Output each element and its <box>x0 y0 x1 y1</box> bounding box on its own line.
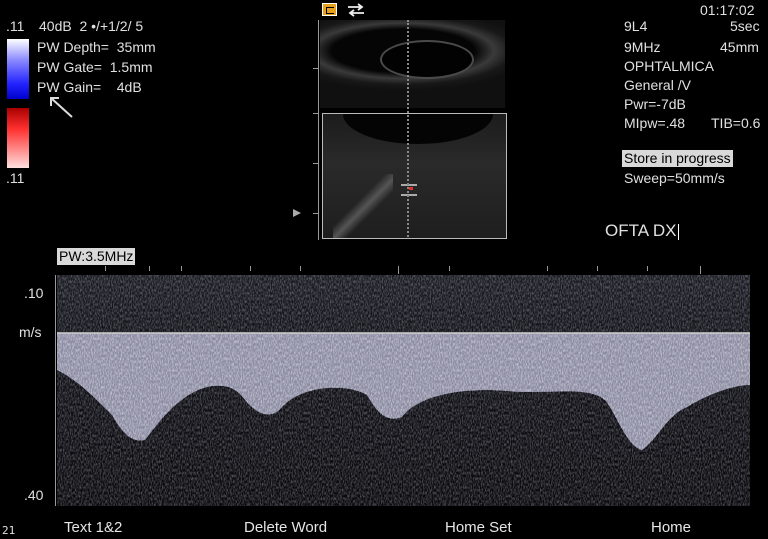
doppler-cursor-line[interactable] <box>407 20 409 237</box>
color-velocity-bar-positive <box>7 39 29 99</box>
application-name: OPHTALMICA <box>624 58 714 74</box>
annotation-text-value: OFTA DX <box>605 221 677 240</box>
swap-arrows-icon <box>348 3 364 17</box>
color-velocity-bar-negative <box>7 108 29 168</box>
image-depth: 45mm <box>720 39 759 55</box>
softkey-text-1-2[interactable]: Text 1&2 <box>64 519 122 536</box>
sweep-speed: Sweep=50mm/s <box>624 170 725 186</box>
bmode-reference-image[interactable] <box>320 20 505 108</box>
velocity-axis <box>55 275 56 506</box>
color-scale-bottom-value: .11 <box>6 170 25 186</box>
color-scale-top-value: .11 <box>6 18 25 34</box>
annotation-text[interactable]: OFTA DX <box>605 221 680 240</box>
doppler-gate-marker[interactable] <box>401 184 417 196</box>
clock-readout: 01:17:02 <box>700 2 755 18</box>
focus-marker-icon[interactable] <box>292 208 302 218</box>
arrow-pointer-icon <box>50 97 73 118</box>
softkey-home-set[interactable]: Home Set <box>445 519 512 536</box>
softkey-home[interactable]: Home <box>651 519 691 536</box>
spectral-doppler-trace[interactable] <box>57 275 750 506</box>
gain-mode-readout: 40dB 2 •/+1/2/ 5 <box>39 18 144 34</box>
time-axis <box>57 266 750 274</box>
probe-model: 9L4 <box>624 18 648 34</box>
thermal-index: TIB=0.6 <box>711 115 761 131</box>
orange-mode-icon <box>322 3 337 16</box>
page-number: 21 <box>2 524 16 537</box>
text-cursor <box>678 223 680 240</box>
softkey-delete-word[interactable]: Delete Word <box>244 519 327 536</box>
preset-name: General /V <box>624 77 691 93</box>
velocity-unit: m/s <box>19 324 42 340</box>
mechanical-index: MIpw=.48 <box>624 115 686 131</box>
pw-gain-readout: PW Gain= 4dB <box>37 79 142 95</box>
pw-frequency-label: PW:3.5MHz <box>57 248 136 265</box>
sweep-time: 5sec <box>730 18 760 34</box>
power-readout: Pwr=-7dB <box>624 96 686 112</box>
pw-gate-readout: PW Gate= 1.5mm <box>37 59 153 75</box>
depth-axis <box>318 20 319 240</box>
bmode-live-image[interactable] <box>322 113 507 239</box>
probe-frequency: 9MHz <box>624 39 661 55</box>
pw-depth-readout: PW Depth= 35mm <box>37 39 156 55</box>
velocity-scale-top: .10 <box>24 285 44 301</box>
store-status-badge: Store in progress <box>622 150 733 167</box>
velocity-scale-bottom: .40 <box>24 487 44 503</box>
